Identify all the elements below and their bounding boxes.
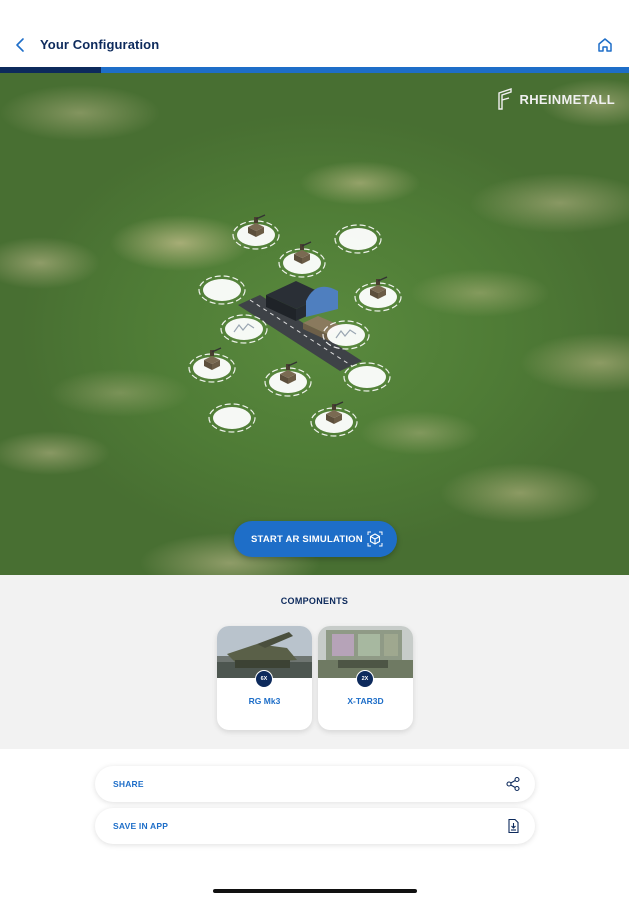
component-card-rg-mk3[interactable]: 6X RG Mk3 (217, 626, 312, 730)
share-button[interactable]: SHARE (95, 766, 535, 802)
ar-cube-icon (367, 531, 383, 547)
top-bar: Your Configuration (0, 0, 629, 67)
save-document-icon (508, 818, 519, 834)
component-name: X-TAR3D (347, 696, 384, 706)
chevron-left-icon (16, 38, 24, 52)
ar-preview-area[interactable]: RHEINMETALL START AR SIMULATION (0, 73, 629, 575)
emplacement-1 (232, 214, 280, 250)
emplacement-8 (188, 347, 236, 383)
components-panel: COMPONENTS 6X RG Mk3 2X X-TAR3D (0, 575, 629, 749)
emplacement-9 (264, 361, 312, 397)
quantity-badge: 2X (356, 670, 374, 688)
emplacement-6 (220, 314, 268, 344)
page-title: Your Configuration (40, 37, 160, 52)
ar-scene (188, 214, 402, 437)
share-icon (506, 776, 520, 792)
home-indicator[interactable] (213, 889, 417, 893)
quantity-badge: 6X (255, 670, 273, 688)
home-icon (598, 38, 612, 52)
start-ar-simulation-button[interactable]: START AR SIMULATION (234, 521, 397, 557)
share-label: SHARE (113, 779, 144, 789)
emplacement-10 (343, 362, 391, 392)
save-in-app-button[interactable]: SAVE IN APP (95, 808, 535, 844)
home-button[interactable] (595, 35, 615, 55)
component-name: RG Mk3 (248, 696, 281, 706)
start-ar-simulation-label: START AR SIMULATION (251, 533, 363, 545)
emplacement-5 (354, 276, 402, 312)
emplacement-4 (198, 275, 246, 305)
components-heading: COMPONENTS (280, 596, 349, 606)
save-in-app-label: SAVE IN APP (113, 821, 169, 831)
emplacement-3 (334, 224, 382, 254)
back-button[interactable] (12, 34, 30, 56)
emplacement-12 (310, 401, 358, 437)
component-card-x-tar3d[interactable]: 2X X-TAR3D (318, 626, 413, 730)
emplacement-11 (208, 403, 256, 433)
emplacement-2 (278, 241, 326, 278)
